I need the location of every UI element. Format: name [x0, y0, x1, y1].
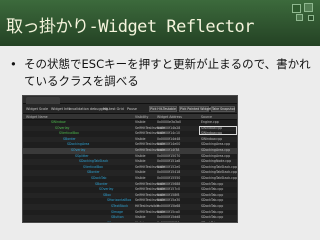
highlight-box [199, 126, 237, 135]
tab-widget-reflector[interactable] [26, 97, 60, 104]
decor-square [292, 4, 301, 13]
table-row[interactable]: SSpacer Visible 0x0000f15f10 SDockTab.cpp [23, 220, 237, 223]
decor-square [304, 3, 313, 12]
visibility-cell: Visible [135, 220, 146, 223]
decor-square [308, 15, 314, 21]
pick-painted-widgets-button[interactable]: Pick Painted Widgets [179, 106, 213, 112]
bullet-mark: • [10, 57, 17, 71]
pick-hit-testable-button[interactable]: Pick Hit-Testable [149, 106, 177, 112]
source-cell: SDockTab.cpp [201, 220, 224, 223]
slide-title-bar: 取っ掛かり-Widget Reflector [0, 0, 320, 46]
pause-label[interactable]: Pause [127, 106, 137, 112]
widget-name-cell: SSpacer [107, 220, 121, 223]
tab-bar [23, 96, 237, 104]
widget-info-label[interactable]: Widget Info [51, 106, 70, 112]
widget-reflector-screenshot: Widget Scale Widget Info Invalidation de… [22, 95, 238, 223]
bullet-item: • その状態でESCキーを押すと更新が止まるので、書かれているクラスを調べる [10, 56, 316, 90]
take-snapshot-button[interactable]: Take Snapshot [211, 106, 235, 112]
bullet-text: その状態でESCキーを押すと更新が止まるので、書かれているクラスを調べる [24, 57, 311, 88]
decor-square [296, 14, 303, 21]
address-cell: 0x0000f15f10 [157, 220, 180, 223]
widget-scale-label: Widget Scale [26, 107, 49, 111]
slide-title: 取っ掛かり-Widget Reflector [6, 17, 255, 37]
reflector-toolbar: Widget Scale Widget Info Invalidation de… [23, 104, 237, 114]
hit-test-grid-label[interactable]: Hit-test Grid [103, 106, 124, 112]
widget-tree: SWindow Visible 0x0000e3a3a0 Engine.cpp SOve… [23, 120, 237, 223]
